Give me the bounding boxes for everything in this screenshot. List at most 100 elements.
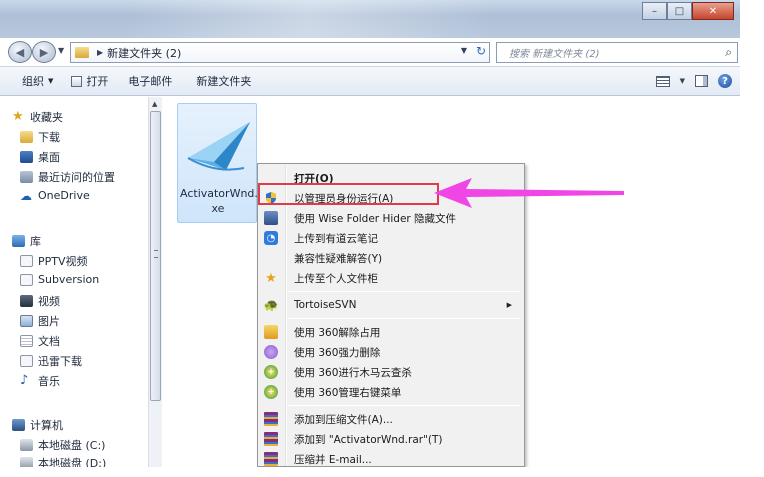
menu-label: 上传至个人文件柜 [294, 272, 378, 285]
nav-scrollbar[interactable]: ▲ [148, 97, 162, 467]
menu-label: 压缩并 E-mail... [294, 453, 372, 466]
maximize-button[interactable]: □ [667, 2, 692, 20]
cloud-icon: ☁ [20, 188, 32, 203]
view-options-icon[interactable] [655, 75, 670, 87]
nav-downloads[interactable]: 下载 [20, 129, 60, 145]
breadcrumb-current-folder[interactable]: 新建文件夹 (2) [107, 45, 181, 61]
back-arrow-icon: ◀ [15, 45, 25, 59]
organize-button[interactable]: 组织 ▼ [22, 73, 53, 89]
star-icon: ★ [265, 270, 277, 286]
email-button[interactable]: 电子邮件 [128, 73, 172, 89]
breadcrumb-separator-icon[interactable]: ▶ [97, 48, 103, 57]
menu-label: 使用 360解除占用 [294, 326, 381, 339]
menu-item-add-to-rar[interactable]: 添加到 "ActivatorWnd.rar"(T) [260, 429, 522, 449]
search-placeholder: 搜索 新建文件夹 (2) [509, 49, 600, 60]
nav-music[interactable]: ♪ 音乐 [20, 373, 60, 389]
menu-item-wise-folder-hider[interactable]: 使用 Wise Folder Hider 隐藏文件 [260, 208, 522, 228]
window-controls: – □ ✕ [642, 2, 734, 20]
wise-folder-hider-icon [264, 211, 278, 225]
folder-icon [75, 47, 89, 58]
command-bar: 组织 ▼ 打开 电子邮件 新建文件夹 ▼ ? [0, 66, 740, 96]
search-icon[interactable]: ⌕ [725, 45, 732, 60]
drive-icon [20, 457, 33, 467]
submenu-arrow-icon: ▶ [506, 301, 512, 309]
nav-label: PPTV视频 [38, 255, 88, 268]
menu-label: 兼容性疑难解答(Y) [294, 252, 383, 265]
paper-plane-icon [187, 122, 250, 171]
menu-item-tortoisesvn[interactable]: 🐢 TortoiseSVN ▶ [260, 295, 522, 315]
menu-item-personal-cabinet[interactable]: ★ 上传至个人文件柜 [260, 268, 522, 288]
scroll-up-icon[interactable]: ▲ [152, 100, 157, 108]
nav-desktop[interactable]: 桌面 [20, 149, 60, 165]
menu-label: 添加到压缩文件(A)... [294, 413, 393, 426]
nav-drive-c[interactable]: 本地磁盘 (C:) [20, 437, 105, 453]
library-icon [20, 355, 33, 367]
refresh-icon[interactable]: ↻ [476, 44, 486, 58]
forward-button[interactable]: ▶ [32, 41, 56, 63]
nav-pictures[interactable]: 图片 [20, 313, 60, 329]
video-icon [20, 295, 33, 307]
forward-arrow-icon: ▶ [39, 45, 49, 59]
nav-label: 计算机 [30, 419, 63, 432]
shredder-icon [264, 345, 278, 359]
nav-recent[interactable]: 最近访问的位置 [20, 169, 115, 185]
new-folder-label: 新建文件夹 [196, 75, 252, 88]
music-note-icon: ♪ [20, 373, 29, 388]
menu-item-compress-email[interactable]: 压缩并 E-mail... [260, 449, 522, 467]
search-input[interactable]: 搜索 新建文件夹 (2) ⌕ [496, 42, 738, 63]
scroll-thumb[interactable] [150, 111, 161, 401]
menu-item-360-unlock[interactable]: 使用 360解除占用 [260, 322, 522, 342]
nav-libraries[interactable]: 库 [12, 233, 41, 249]
winrar-icon [264, 432, 278, 446]
nav-label: 迅雷下载 [38, 355, 82, 368]
minimize-button[interactable]: – [642, 2, 667, 20]
nav-onedrive[interactable]: ☁ OneDrive [20, 189, 90, 202]
nav-documents[interactable]: 文档 [20, 333, 60, 349]
preview-pane-icon[interactable] [695, 75, 708, 87]
nav-subversion[interactable]: Subversion [20, 273, 99, 286]
menu-separator [288, 405, 520, 406]
menu-label: 添加到 "ActivatorWnd.rar"(T) [294, 433, 443, 446]
menu-label: 使用 360管理右键菜单 [294, 386, 402, 399]
address-bar[interactable]: ▶ 新建文件夹 (2) ▼ ↻ [70, 42, 490, 63]
nav-favorites[interactable]: ★ 收藏夹 [12, 109, 63, 125]
menu-item-360-manage-menu[interactable]: + 使用 360管理右键菜单 [260, 382, 522, 402]
nav-pptv[interactable]: PPTV视频 [20, 253, 88, 269]
nav-label: 本地磁盘 (C:) [38, 439, 106, 452]
360-security-icon: + [264, 365, 278, 379]
menu-label: 上传到有道云笔记 [294, 232, 378, 245]
new-folder-button[interactable]: 新建文件夹 [196, 73, 251, 89]
nav-label: 图片 [38, 315, 60, 328]
nav-videos[interactable]: 视频 [20, 293, 60, 309]
winrar-icon [264, 412, 278, 426]
nav-label: 文档 [38, 335, 60, 348]
menu-item-compat-troubleshoot[interactable]: 兼容性疑难解答(Y) [260, 248, 522, 268]
pictures-icon [20, 315, 33, 327]
menu-item-360-trojan-scan[interactable]: + 使用 360进行木马云查杀 [260, 362, 522, 382]
highlight-box [258, 183, 439, 205]
library-icon [20, 255, 33, 267]
unlock-file-icon [264, 325, 278, 339]
menu-item-youdao-note[interactable]: ◔ 上传到有道云笔记 [260, 228, 522, 248]
file-name[interactable]: ActivatorWnd.e xe [180, 186, 265, 216]
close-button[interactable]: ✕ [692, 2, 734, 20]
recent-pages-dropdown[interactable]: ▼ [58, 46, 64, 55]
nav-computer[interactable]: 计算机 [12, 417, 63, 433]
menu-item-360-force-delete[interactable]: 使用 360强力删除 [260, 342, 522, 362]
help-icon[interactable]: ? [718, 74, 732, 88]
address-row: ◀ ▶ ▼ ▶ 新建文件夹 (2) ▼ ↻ 搜索 新建文件夹 (2) ⌕ [0, 38, 740, 66]
documents-icon [20, 335, 33, 347]
file-item[interactable]: ActivatorWnd.e xe [177, 103, 265, 223]
email-label: 电子邮件 [128, 75, 173, 88]
organize-label: 组织 [22, 75, 44, 88]
star-icon: ★ [12, 109, 24, 124]
menu-item-add-to-archive[interactable]: 添加到压缩文件(A)... [260, 409, 522, 429]
explorer-window: – □ ✕ ◀ ▶ ▼ ▶ 新建文件夹 (2) ▼ ↻ 搜索 新建文件夹 (2)… [0, 0, 740, 467]
nav-drive-d[interactable]: 本地磁盘 (D:) [20, 455, 106, 467]
open-button[interactable]: 打开 [71, 73, 108, 89]
back-button[interactable]: ◀ [8, 41, 32, 63]
nav-thunder[interactable]: 迅雷下载 [20, 353, 82, 369]
address-dropdown-icon[interactable]: ▼ [461, 46, 467, 55]
computer-icon [12, 419, 25, 431]
view-dropdown-icon[interactable]: ▼ [680, 77, 685, 85]
